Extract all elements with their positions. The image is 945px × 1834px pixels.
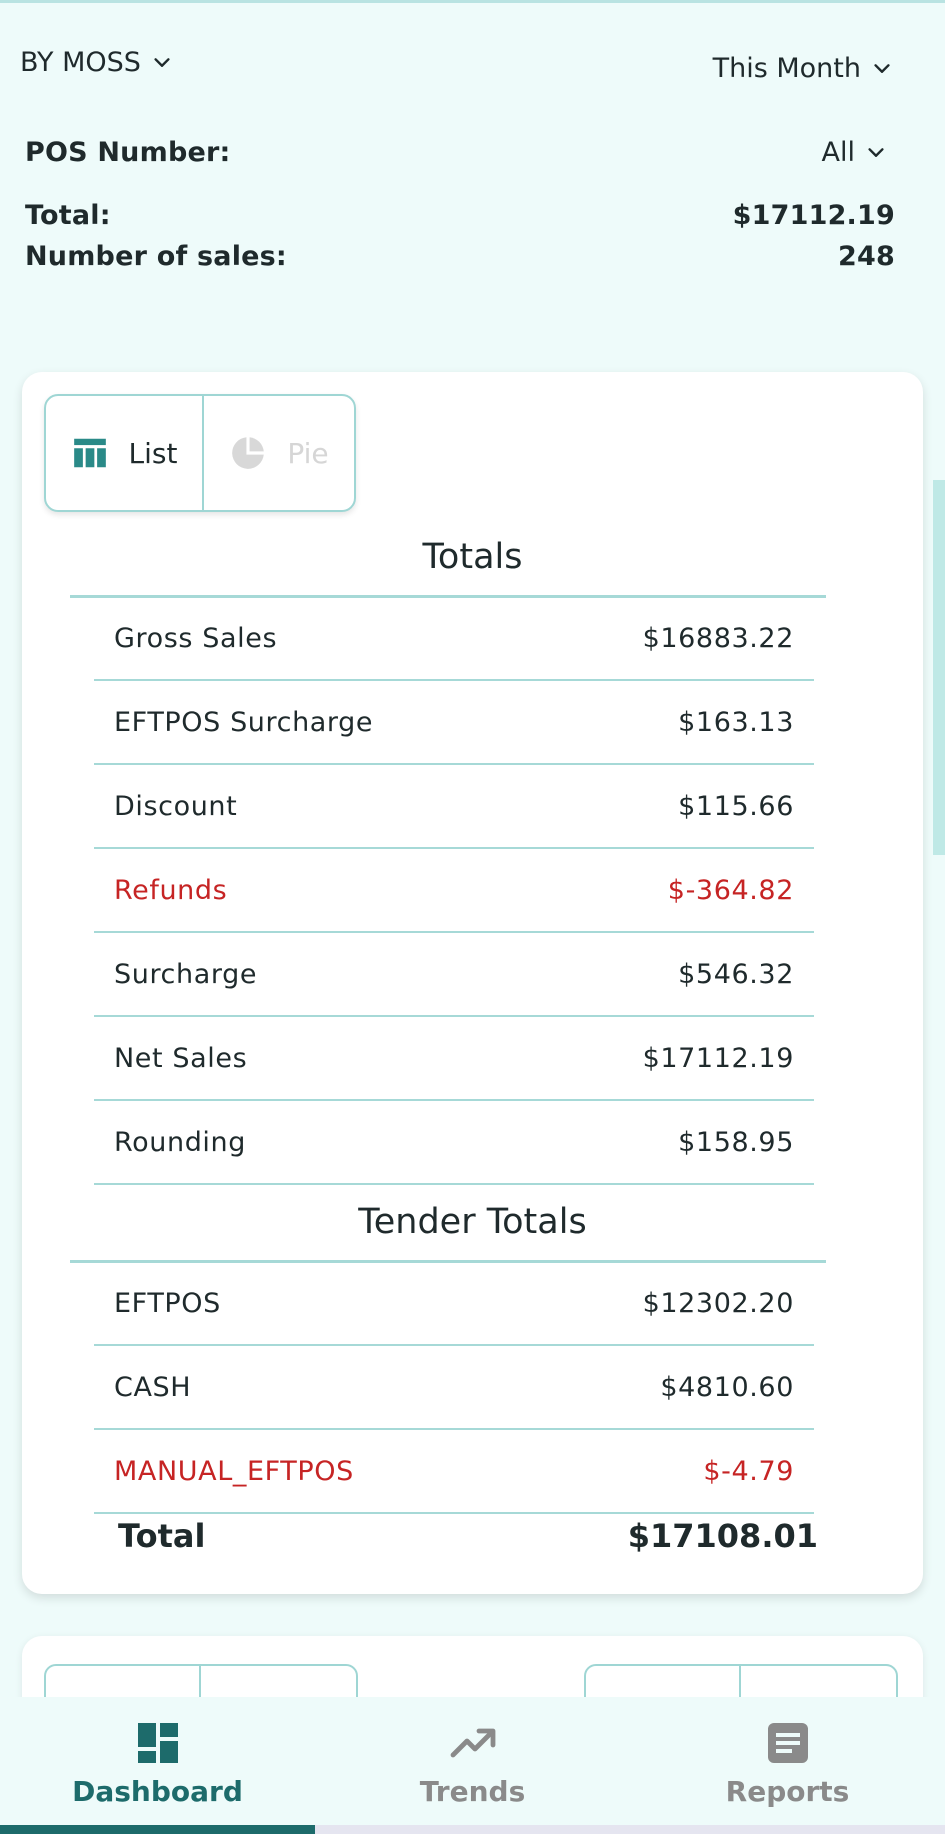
row-value: $17112.19	[642, 1042, 794, 1074]
totals-row-net-sales: Net Sales $17112.19	[94, 1017, 814, 1101]
totals-card: List Pie Totals Gross Sales $16883.22 EF…	[22, 372, 923, 1594]
pos-number-row: POS Number:	[25, 137, 895, 168]
row-value: $546.32	[678, 958, 794, 990]
tender-totals-title: Tender Totals	[358, 1202, 587, 1242]
nav-trends-label: Trends	[419, 1775, 526, 1808]
nav-reports[interactable]: Reports	[630, 1697, 945, 1834]
row-label: EFTPOS	[114, 1287, 221, 1319]
totals-list: Gross Sales $16883.22 EFTPOS Surcharge $…	[94, 597, 814, 1185]
row-value: $-364.82	[667, 874, 794, 906]
row-label: Discount	[114, 790, 238, 822]
summary-total-row: Total: $17112.19	[25, 200, 895, 231]
view-toggle: List Pie	[44, 394, 356, 512]
summary-total-value: $17112.19	[732, 200, 895, 231]
tender-row-eftpos: EFTPOS $12302.20	[94, 1262, 814, 1346]
row-label: Gross Sales	[114, 622, 278, 654]
row-value: $16883.22	[642, 622, 794, 654]
row-value: $115.66	[678, 790, 794, 822]
bottom-navigation: Dashboard Trends Reports	[0, 1697, 945, 1834]
totals-row-discount: Discount $115.66	[94, 765, 814, 849]
number-of-sales-label: Number of sales:	[25, 241, 287, 272]
tender-row-manual-eftpos: MANUAL_EFTPOS $-4.79	[94, 1430, 814, 1514]
nav-active-indicator	[0, 1825, 315, 1834]
totals-row-refunds: Refunds $-364.82	[94, 849, 814, 933]
chevron-down-icon	[868, 147, 884, 157]
table-icon	[73, 438, 106, 468]
row-value: $12302.20	[642, 1287, 794, 1319]
row-label: Rounding	[114, 1126, 246, 1158]
nav-dashboard[interactable]: Dashboard	[0, 1697, 315, 1834]
totals-row-gross-sales: Gross Sales $16883.22	[94, 597, 814, 681]
row-label: MANUAL_EFTPOS	[114, 1455, 354, 1487]
dashboard-icon	[137, 1723, 178, 1763]
pie-chart-icon	[232, 437, 265, 469]
row-label: Net Sales	[114, 1042, 248, 1074]
summary-total-label: Total:	[25, 200, 111, 231]
number-of-sales-value: 248	[838, 241, 895, 272]
tender-grand-total-value: $17108.01	[627, 1517, 818, 1555]
trends-icon	[450, 1728, 495, 1758]
pos-number-label: POS Number:	[25, 137, 231, 168]
totals-row-eftpos-surcharge: EFTPOS Surcharge $163.13	[94, 681, 814, 765]
row-label: EFTPOS Surcharge	[114, 706, 374, 738]
pie-view-label: Pie	[287, 436, 329, 470]
row-label: Surcharge	[114, 958, 258, 990]
store-dropdown[interactable]: BY MOSS	[20, 47, 173, 78]
period-dropdown[interactable]: This Month	[713, 53, 893, 84]
top-divider	[0, 0, 945, 3]
list-view-label: List	[128, 436, 178, 470]
chevron-down-icon	[154, 57, 170, 67]
list-view-button[interactable]: List	[46, 396, 204, 510]
row-value: $158.95	[678, 1126, 794, 1158]
dashboard-screen: BY MOSS This Month POS Number: All Total…	[0, 0, 945, 1834]
totals-row-rounding: Rounding $158.95	[94, 1101, 814, 1185]
totals-row-surcharge: Surcharge $546.32	[94, 933, 814, 1017]
row-value: $4810.60	[660, 1371, 794, 1403]
pos-number-dropdown[interactable]: All	[822, 137, 887, 168]
tender-grand-total-label: Total	[118, 1517, 206, 1555]
period-dropdown-label: This Month	[712, 53, 861, 84]
row-label: CASH	[114, 1371, 192, 1403]
row-label: Refunds	[114, 874, 228, 906]
reports-icon	[767, 1723, 808, 1763]
pos-number-value: All	[821, 137, 855, 168]
number-of-sales-row: Number of sales: 248	[25, 241, 895, 272]
row-value: $163.13	[678, 706, 794, 738]
totals-title: Totals	[422, 537, 523, 577]
tender-grand-total-row: Total $17108.01	[118, 1517, 818, 1555]
row-value: $-4.79	[703, 1455, 794, 1487]
nav-dashboard-label: Dashboard	[72, 1775, 243, 1808]
nav-indicator-track	[315, 1825, 945, 1834]
tender-totals-list: EFTPOS $12302.20 CASH $4810.60 MANUAL_EF…	[94, 1262, 814, 1514]
tender-row-cash: CASH $4810.60	[94, 1346, 814, 1430]
nav-reports-label: Reports	[725, 1775, 850, 1808]
chevron-down-icon	[874, 63, 890, 73]
pie-view-button[interactable]: Pie	[204, 396, 354, 510]
nav-trends[interactable]: Trends	[315, 1697, 630, 1834]
scrollbar-thumb[interactable]	[933, 480, 945, 855]
store-dropdown-label: BY MOSS	[20, 47, 141, 78]
